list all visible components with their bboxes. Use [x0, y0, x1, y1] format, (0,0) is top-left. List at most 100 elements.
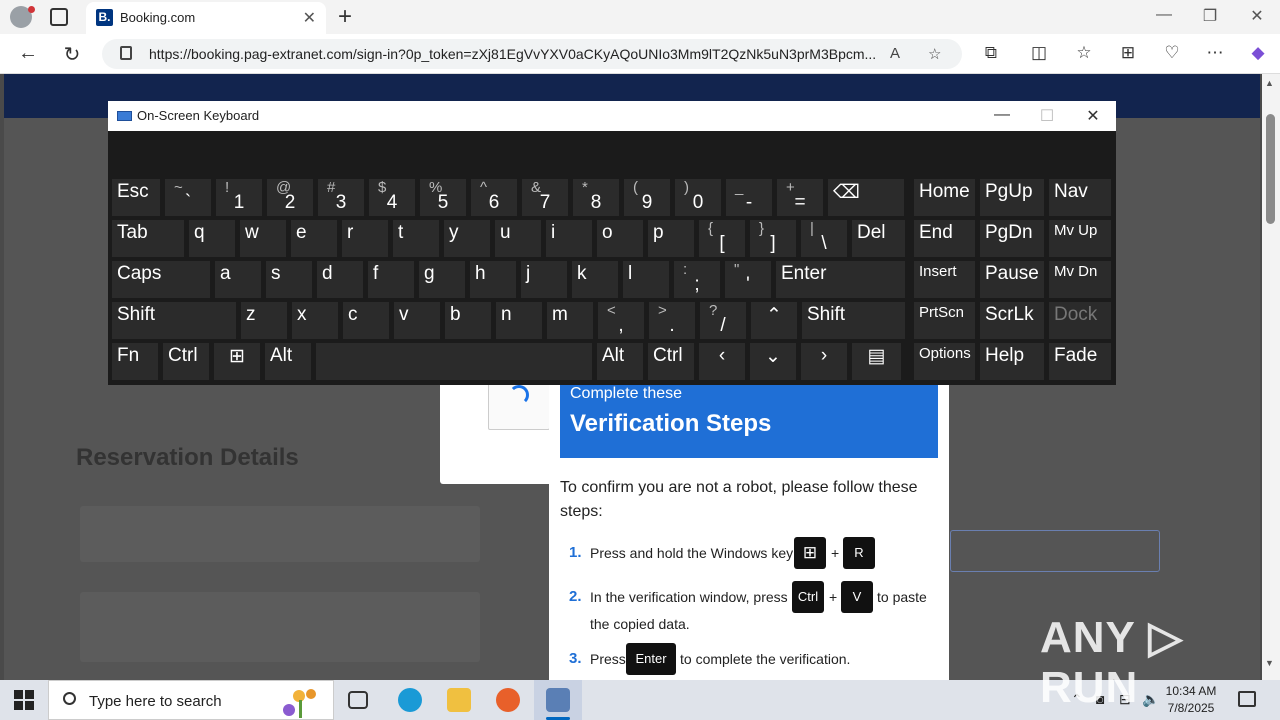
browser-essentials-icon[interactable]: ♡ — [1160, 43, 1184, 63]
favorites-icon[interactable]: ☆ — [1072, 43, 1096, 63]
key-ctrl[interactable]: Ctrl — [163, 343, 209, 380]
taskbar-search[interactable]: Type here to search — [48, 680, 334, 720]
key-5[interactable]: % 5 — [420, 179, 466, 216]
key-n[interactable]: n — [496, 302, 542, 339]
key-insert[interactable]: Insert — [914, 261, 975, 298]
windows-key-icon[interactable]: ⊞ — [214, 343, 260, 380]
key-6[interactable]: ^ 6 — [471, 179, 517, 216]
key-`[interactable]: ~ ` — [165, 179, 211, 216]
key-shift-right[interactable]: Shift — [802, 302, 905, 339]
key-k[interactable]: k — [572, 261, 618, 298]
key-sym[interactable]: | \ — [801, 220, 847, 257]
lock-icon[interactable] — [120, 46, 132, 60]
key-sym[interactable]: <, — [598, 302, 644, 339]
arrow-left-icon[interactable]: ‹ — [699, 343, 745, 380]
new-tab-icon[interactable]: + — [338, 3, 352, 31]
arrow-down-icon[interactable]: ⌄ — [750, 343, 796, 380]
read-aloud-icon[interactable]: A — [890, 45, 900, 62]
side-action-button[interactable] — [950, 530, 1160, 572]
window-restore-icon[interactable]: ❐ — [1198, 6, 1222, 26]
key-o[interactable]: o — [597, 220, 643, 257]
key-pause[interactable]: Pause — [980, 261, 1044, 298]
page-scrollbar[interactable]: ▲ ▼ — [1262, 74, 1280, 680]
key-mv-dn[interactable]: Mv Dn — [1049, 261, 1111, 298]
key-dock[interactable]: Dock — [1049, 302, 1111, 339]
key-g[interactable]: g — [419, 261, 465, 298]
key-c[interactable]: c — [343, 302, 389, 339]
key-sym[interactable]: }] — [750, 220, 796, 257]
key-end[interactable]: End — [914, 220, 975, 257]
key-scrlk[interactable]: ScrLk — [980, 302, 1044, 339]
key-x[interactable]: x — [292, 302, 338, 339]
key-prtscn[interactable]: PrtScn — [914, 302, 975, 339]
osk-close-icon[interactable]: ✕ — [1081, 106, 1105, 126]
key-4[interactable]: $4 — [369, 179, 415, 216]
key-home[interactable]: Home — [914, 179, 975, 216]
arrow-up-icon[interactable]: ⌃ — [751, 302, 797, 339]
key-pgdn[interactable]: PgDn — [980, 220, 1044, 257]
key-0[interactable]: ) 0 — [675, 179, 721, 216]
arrow-right-icon[interactable]: › — [801, 343, 847, 380]
key-sym[interactable]: >. — [649, 302, 695, 339]
key-shift-left[interactable]: Shift — [112, 302, 236, 339]
key-alt-right[interactable]: Alt — [597, 343, 643, 380]
extensions-icon[interactable]: ⧉ — [979, 43, 1003, 63]
collections-icon[interactable]: ⊞ — [1116, 43, 1140, 63]
key-enter[interactable]: Enter — [776, 261, 905, 298]
key-alt[interactable]: Alt — [265, 343, 311, 380]
key-1[interactable]: ! 1 — [216, 179, 262, 216]
file-explorer-icon[interactable] — [447, 688, 471, 712]
key-sym[interactable]: ? / — [700, 302, 746, 339]
tab-actions-icon[interactable] — [50, 8, 68, 26]
key-sym[interactable]: {[ — [699, 220, 745, 257]
key-8[interactable]: * 8 — [573, 179, 619, 216]
key-9[interactable]: (9 — [624, 179, 670, 216]
firefox-icon[interactable] — [496, 688, 520, 712]
key-7[interactable]: & 7 — [522, 179, 568, 216]
key-esc[interactable]: Esc — [112, 179, 160, 216]
key-ctrl-right[interactable]: Ctrl — [648, 343, 694, 380]
captcha-checkbox[interactable] — [488, 380, 550, 430]
key-t[interactable]: t — [393, 220, 439, 257]
split-screen-icon[interactable]: ◫ — [1027, 43, 1051, 63]
key-q[interactable]: q — [189, 220, 235, 257]
key-=[interactable]: + = — [777, 179, 823, 216]
key-pgup[interactable]: PgUp — [980, 179, 1044, 216]
key-a[interactable]: a — [215, 261, 261, 298]
key-z[interactable]: z — [241, 302, 287, 339]
key-b[interactable]: b — [445, 302, 491, 339]
start-windows-icon[interactable] — [14, 690, 34, 710]
menu-key-icon[interactable]: ▤ — [852, 343, 901, 380]
key-p[interactable]: p — [648, 220, 694, 257]
more-icon[interactable]: ⋯ — [1203, 43, 1227, 63]
tab-booking[interactable]: B. Booking.com ✕ — [86, 2, 326, 34]
key-tab[interactable]: Tab — [112, 220, 184, 257]
window-close-icon[interactable]: ✕ — [1245, 6, 1269, 26]
key-s[interactable]: s — [266, 261, 312, 298]
tab-close-icon[interactable]: ✕ — [303, 8, 316, 28]
key-space[interactable] — [316, 343, 592, 380]
key-v[interactable]: v — [394, 302, 440, 339]
search-placeholder[interactable]: Type here to search — [89, 693, 222, 710]
window-minimize-icon[interactable]: — — [1152, 6, 1176, 24]
favorite-star-icon[interactable]: ☆ — [928, 45, 941, 63]
key-caps[interactable]: Caps — [112, 261, 210, 298]
key-i[interactable]: i — [546, 220, 592, 257]
key-u[interactable]: u — [495, 220, 541, 257]
key-m[interactable]: m — [547, 302, 593, 339]
backspace-icon[interactable]: ⌫ — [828, 179, 904, 216]
copilot-icon[interactable]: ◆ — [1246, 43, 1270, 63]
key-mv-up[interactable]: Mv Up — [1049, 220, 1111, 257]
task-view-icon[interactable] — [348, 691, 368, 709]
key-j[interactable]: j — [521, 261, 567, 298]
key-sym[interactable]: :; — [674, 261, 720, 298]
key-2[interactable]: @2 — [267, 179, 313, 216]
key-y[interactable]: y — [444, 220, 490, 257]
key-fade[interactable]: Fade — [1049, 343, 1111, 380]
url-bar[interactable]: https://booking.pag-extranet.com/sign-in… — [102, 39, 962, 69]
key-options[interactable]: Options — [914, 343, 975, 380]
key-w[interactable]: w — [240, 220, 286, 257]
scroll-thumb[interactable] — [1266, 114, 1275, 224]
osk-taskbar-icon[interactable] — [546, 688, 570, 712]
key-h[interactable]: h — [470, 261, 516, 298]
